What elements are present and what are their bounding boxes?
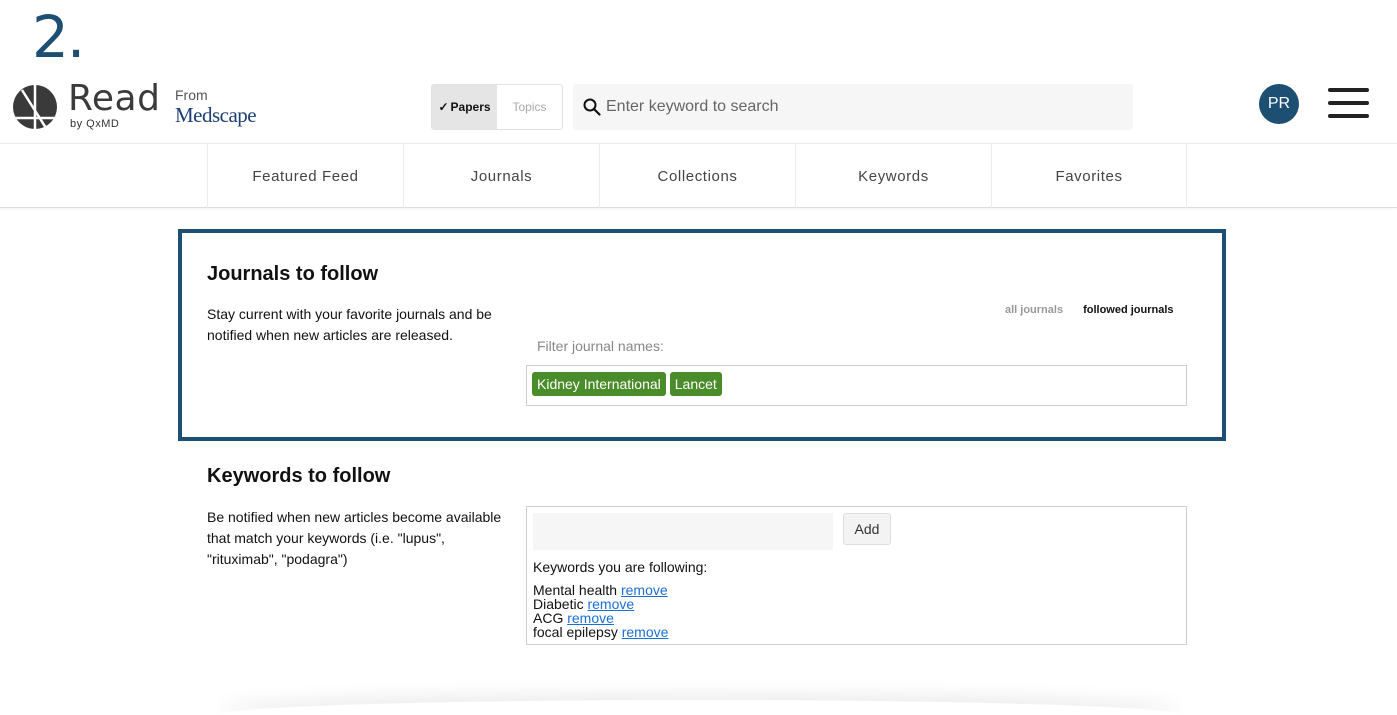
- keyword-name: focal epilepsy: [533, 624, 618, 640]
- search-mode-topics[interactable]: Topics: [497, 85, 562, 129]
- tab-keywords[interactable]: Keywords: [795, 144, 991, 208]
- hamburger-menu-icon[interactable]: [1328, 88, 1370, 120]
- search-mode-toggle: ✓ Papers Topics: [431, 84, 563, 130]
- medscape-wordmark: Medscape: [175, 103, 257, 127]
- user-avatar[interactable]: PR: [1259, 84, 1299, 124]
- tab-journals[interactable]: Journals: [403, 144, 599, 208]
- keyword-input[interactable]: [533, 513, 833, 550]
- partner-logo: From Medscape: [175, 87, 257, 128]
- main-nav: Featured Feed Journals Collections Keywo…: [0, 143, 1397, 208]
- filter-followed-journals[interactable]: followed journals: [1083, 304, 1173, 316]
- list-item: Mental health remove: [533, 583, 668, 597]
- app-byline: by QxMD: [70, 118, 120, 130]
- journal-filter-label: Filter journal names:: [537, 338, 664, 354]
- check-icon: ✓: [438, 100, 449, 114]
- filter-all-journals[interactable]: all journals: [1005, 304, 1063, 316]
- search-input[interactable]: [606, 98, 1106, 116]
- keywords-panel: Add Keywords you are following: Mental h…: [526, 506, 1187, 645]
- app-name: Read: [68, 78, 161, 119]
- from-label: From: [175, 87, 208, 103]
- remove-keyword-link[interactable]: remove: [622, 624, 669, 640]
- add-keyword-button[interactable]: Add: [843, 513, 891, 545]
- read-logo[interactable]: Read by QxMD: [12, 80, 160, 130]
- search-mode-papers-label: Papers: [450, 100, 491, 114]
- read-logo-icon: [13, 85, 57, 129]
- journal-tags-input[interactable]: Kidney International Lancet: [526, 365, 1187, 406]
- list-item: focal epilepsy remove: [533, 625, 668, 639]
- journal-tag[interactable]: Kidney International: [532, 372, 666, 396]
- footer-shadow: [220, 700, 1180, 715]
- keywords-description: Be notified when new articles become ava…: [207, 509, 502, 567]
- following-label: Keywords you are following:: [533, 559, 708, 575]
- keyword-list: Mental health remove Diabetic remove ACG…: [533, 583, 668, 639]
- journal-tag[interactable]: Lancet: [669, 372, 722, 396]
- tab-featured-feed[interactable]: Featured Feed: [207, 144, 403, 208]
- step-number: 2.: [32, 3, 85, 71]
- search-icon: [583, 98, 601, 116]
- search-mode-papers[interactable]: ✓ Papers: [432, 85, 497, 129]
- keywords-title: Keywords to follow: [207, 465, 391, 487]
- list-item: Diabetic remove: [533, 597, 668, 611]
- tab-collections[interactable]: Collections: [599, 144, 795, 208]
- journals-title: Journals to follow: [207, 263, 379, 285]
- search-bar: [573, 84, 1133, 130]
- search-mode-topics-label: Topics: [512, 100, 547, 114]
- journal-filter-toggle: all journals followed journals: [1005, 304, 1174, 316]
- journals-description: Stay current with your favorite journals…: [207, 306, 492, 343]
- tab-favorites[interactable]: Favorites: [991, 144, 1187, 208]
- list-item: ACG remove: [533, 611, 668, 625]
